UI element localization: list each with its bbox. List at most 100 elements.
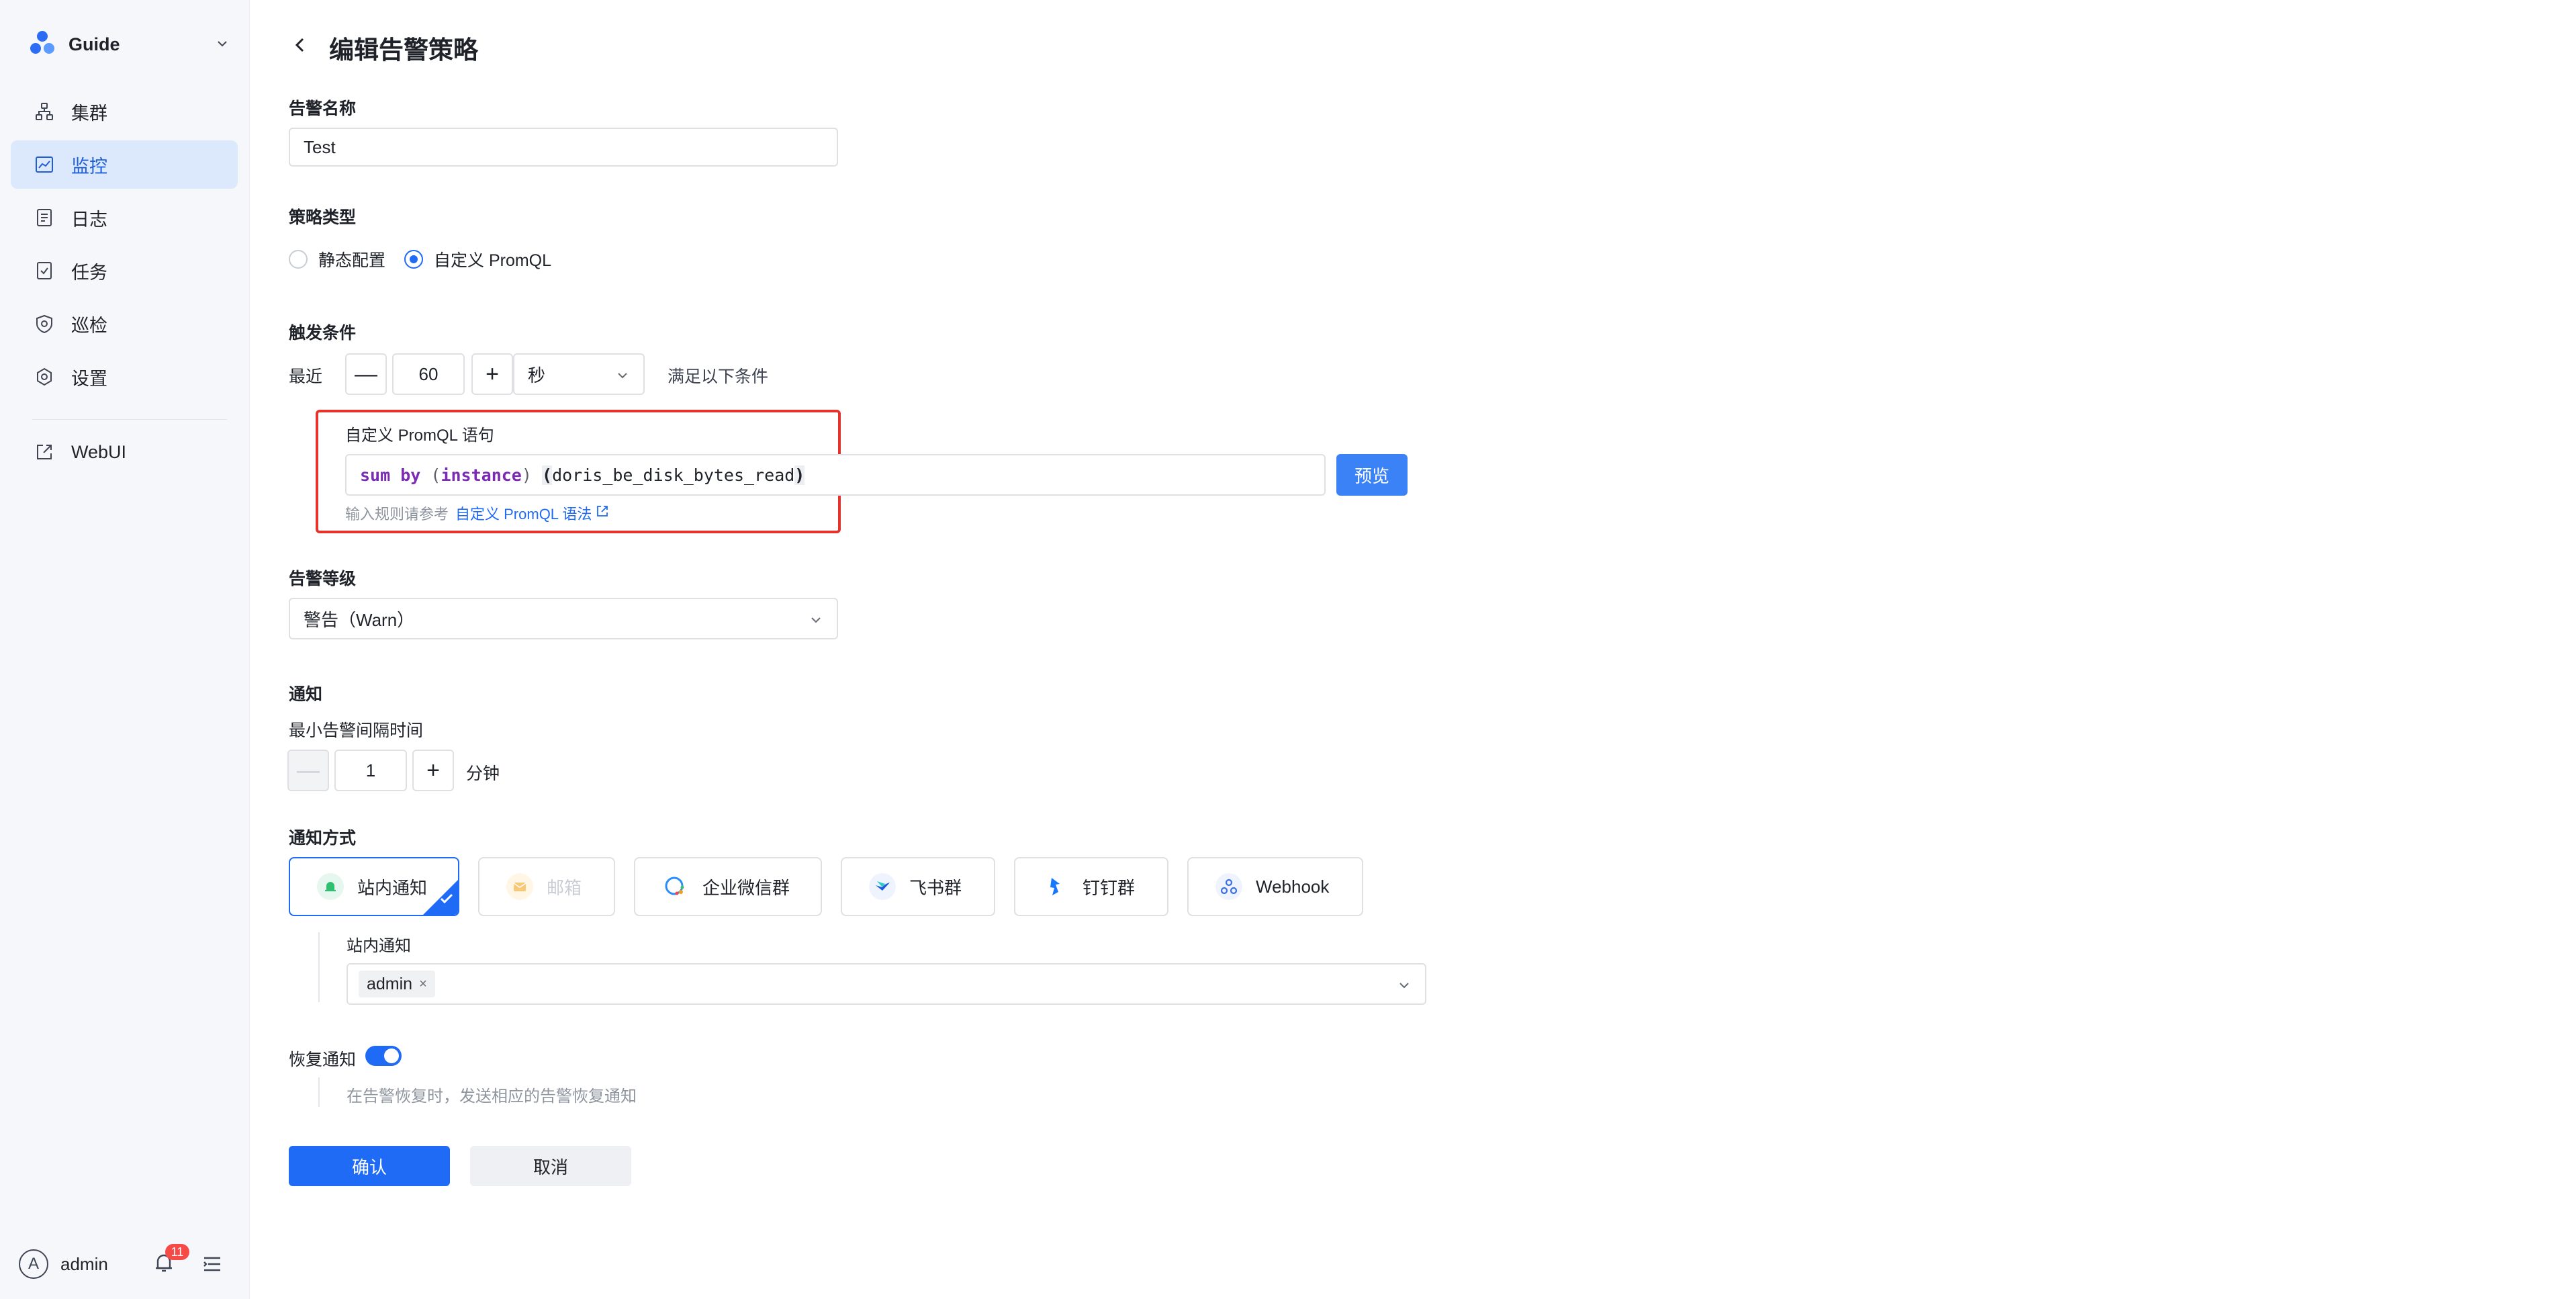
chevron-down-icon: [615, 367, 630, 388]
radio-circle: [404, 250, 423, 269]
channel-label: 企业微信群: [702, 877, 790, 898]
recovery-label: 恢复通知: [289, 1050, 357, 1069]
code-keyword: sum: [360, 465, 391, 485]
sidebar-item-label: 日志: [71, 209, 107, 230]
task-bookmark-icon: [34, 260, 55, 281]
brand-name: Guide: [68, 34, 120, 54]
trigger-suffix-text: 满足以下条件: [668, 367, 769, 386]
sidebar-item-label: 集群: [71, 103, 107, 124]
interval-unit-text: 分钟: [466, 764, 500, 783]
tag-label: admin: [367, 974, 413, 993]
sidebar-item-settings[interactable]: 设置: [11, 353, 238, 401]
close-icon[interactable]: ×: [419, 977, 427, 992]
log-document-icon: [34, 207, 55, 228]
channel-label: 站内通知: [357, 877, 428, 898]
alert-level-select[interactable]: 警告（Warn）: [289, 598, 838, 639]
channel-label: 钉钉群: [1083, 877, 1136, 898]
sidebar-item-log[interactable]: 日志: [11, 193, 238, 242]
chevron-down-icon: [215, 36, 230, 54]
code-keyword: instance: [441, 465, 522, 485]
select-value: 警告（Warn）: [304, 609, 415, 630]
interval-decrement-button[interactable]: —: [287, 750, 329, 791]
code-metric: doris_be_disk_bytes_read: [552, 465, 795, 485]
interval-input[interactable]: 1: [334, 750, 407, 791]
monitor-chart-icon: [34, 154, 55, 175]
sidebar-item-label: 设置: [71, 368, 107, 389]
external-link-icon: [596, 504, 609, 522]
page-title: 编辑告警策略: [329, 36, 478, 64]
code-bracket: ): [794, 465, 805, 485]
sidebar-item-label: 任务: [71, 262, 107, 283]
channel-label: 飞书群: [909, 877, 962, 898]
mail-icon: [506, 873, 533, 900]
trigger-increment-button[interactable]: +: [471, 353, 513, 395]
sidebar-item-inspection[interactable]: 巡检: [11, 300, 238, 348]
recovery-toggle[interactable]: [365, 1046, 402, 1066]
alert-level-label: 告警等级: [289, 570, 357, 588]
interval-increment-button[interactable]: +: [412, 750, 454, 791]
feishu-icon: [869, 873, 896, 900]
workspace-switcher[interactable]: Guide: [28, 26, 230, 63]
user-profile[interactable]: A admin: [19, 1248, 108, 1280]
trigger-prefix-text: 最近: [289, 367, 323, 386]
confirm-button[interactable]: 确认: [289, 1146, 450, 1186]
sidebar-item-label: 巡检: [71, 315, 107, 336]
code-paren: ): [521, 465, 532, 485]
preview-button[interactable]: 预览: [1336, 454, 1408, 496]
check-icon: [438, 890, 455, 911]
brand-logo-icon: [28, 29, 56, 60]
sidebar-item-label: 监控: [71, 156, 107, 177]
recovery-description: 在告警恢复时，发送相应的告警恢复通知: [347, 1087, 637, 1106]
promql-label: 自定义 PromQL 语句: [345, 427, 494, 445]
select-value: 秒: [528, 365, 546, 386]
radio-label: 自定义 PromQL: [434, 251, 552, 270]
radio-static-config[interactable]: 静态配置: [289, 247, 385, 271]
collapse-menu-icon[interactable]: [201, 1253, 224, 1276]
sidebar: Guide 集群 监控 日志 任务 巡检 设置 WebUI A admin 11: [0, 0, 250, 1299]
user-name: admin: [60, 1253, 108, 1274]
promql-syntax-link[interactable]: 自定义 PromQL 语法: [455, 502, 609, 524]
promql-query-input[interactable]: sum by (instance) (doris_be_disk_bytes_r…: [345, 454, 1326, 496]
sidebar-item-task[interactable]: 任务: [11, 247, 238, 295]
sidebar-item-webui[interactable]: WebUI: [11, 428, 238, 476]
alert-name-label: 告警名称: [289, 99, 357, 118]
chevron-down-icon: [1397, 977, 1412, 997]
recipient-multiselect[interactable]: admin ×: [347, 963, 1426, 1005]
notify-label: 通知: [289, 685, 323, 704]
code-bracket: (: [542, 465, 553, 485]
sidebar-item-cluster[interactable]: 集群: [11, 87, 238, 136]
cancel-button[interactable]: 取消: [470, 1146, 631, 1186]
radio-custom-promql[interactable]: 自定义 PromQL: [404, 247, 551, 271]
trigger-decrement-button[interactable]: —: [345, 353, 387, 395]
alert-name-input[interactable]: Test: [289, 128, 838, 167]
cluster-icon: [34, 101, 55, 122]
channel-webhook[interactable]: Webhook: [1187, 857, 1363, 916]
code-keyword: by: [400, 465, 421, 485]
notification-count-badge: 11: [165, 1244, 189, 1260]
recipient-tag: admin ×: [359, 971, 435, 997]
channel-label: 邮箱: [547, 877, 582, 898]
channel-email[interactable]: 邮箱: [478, 857, 615, 916]
sidebar-divider: [32, 419, 227, 420]
trigger-unit-select[interactable]: 秒: [513, 353, 645, 395]
back-arrow-icon[interactable]: [290, 35, 310, 55]
webhook-icon: [1215, 873, 1242, 900]
channel-wecom[interactable]: 企业微信群: [634, 857, 822, 916]
channel-feishu[interactable]: 飞书群: [841, 857, 995, 916]
promql-help: 输入规则请参考 自定义 PromQL 语法: [345, 502, 609, 524]
inspection-shield-icon: [34, 313, 55, 334]
radio-circle: [289, 250, 308, 269]
trigger-duration-input[interactable]: 60: [392, 353, 465, 395]
site-notify-label: 站内通知: [347, 937, 411, 955]
help-text: 输入规则请参考: [345, 506, 449, 523]
channel-site-notify[interactable]: 站内通知: [289, 857, 459, 916]
strategy-type-label: 策略类型: [289, 208, 357, 227]
channel-label: Webhook: [1256, 876, 1330, 897]
sidebar-item-monitor[interactable]: 监控: [11, 140, 238, 189]
code-paren: (: [430, 465, 441, 485]
indent-line: [318, 932, 320, 1002]
wecom-icon: [662, 873, 689, 900]
chevron-down-icon: [809, 611, 823, 632]
channel-dingtalk[interactable]: 钉钉群: [1014, 857, 1168, 916]
indent-line: [318, 1077, 320, 1107]
